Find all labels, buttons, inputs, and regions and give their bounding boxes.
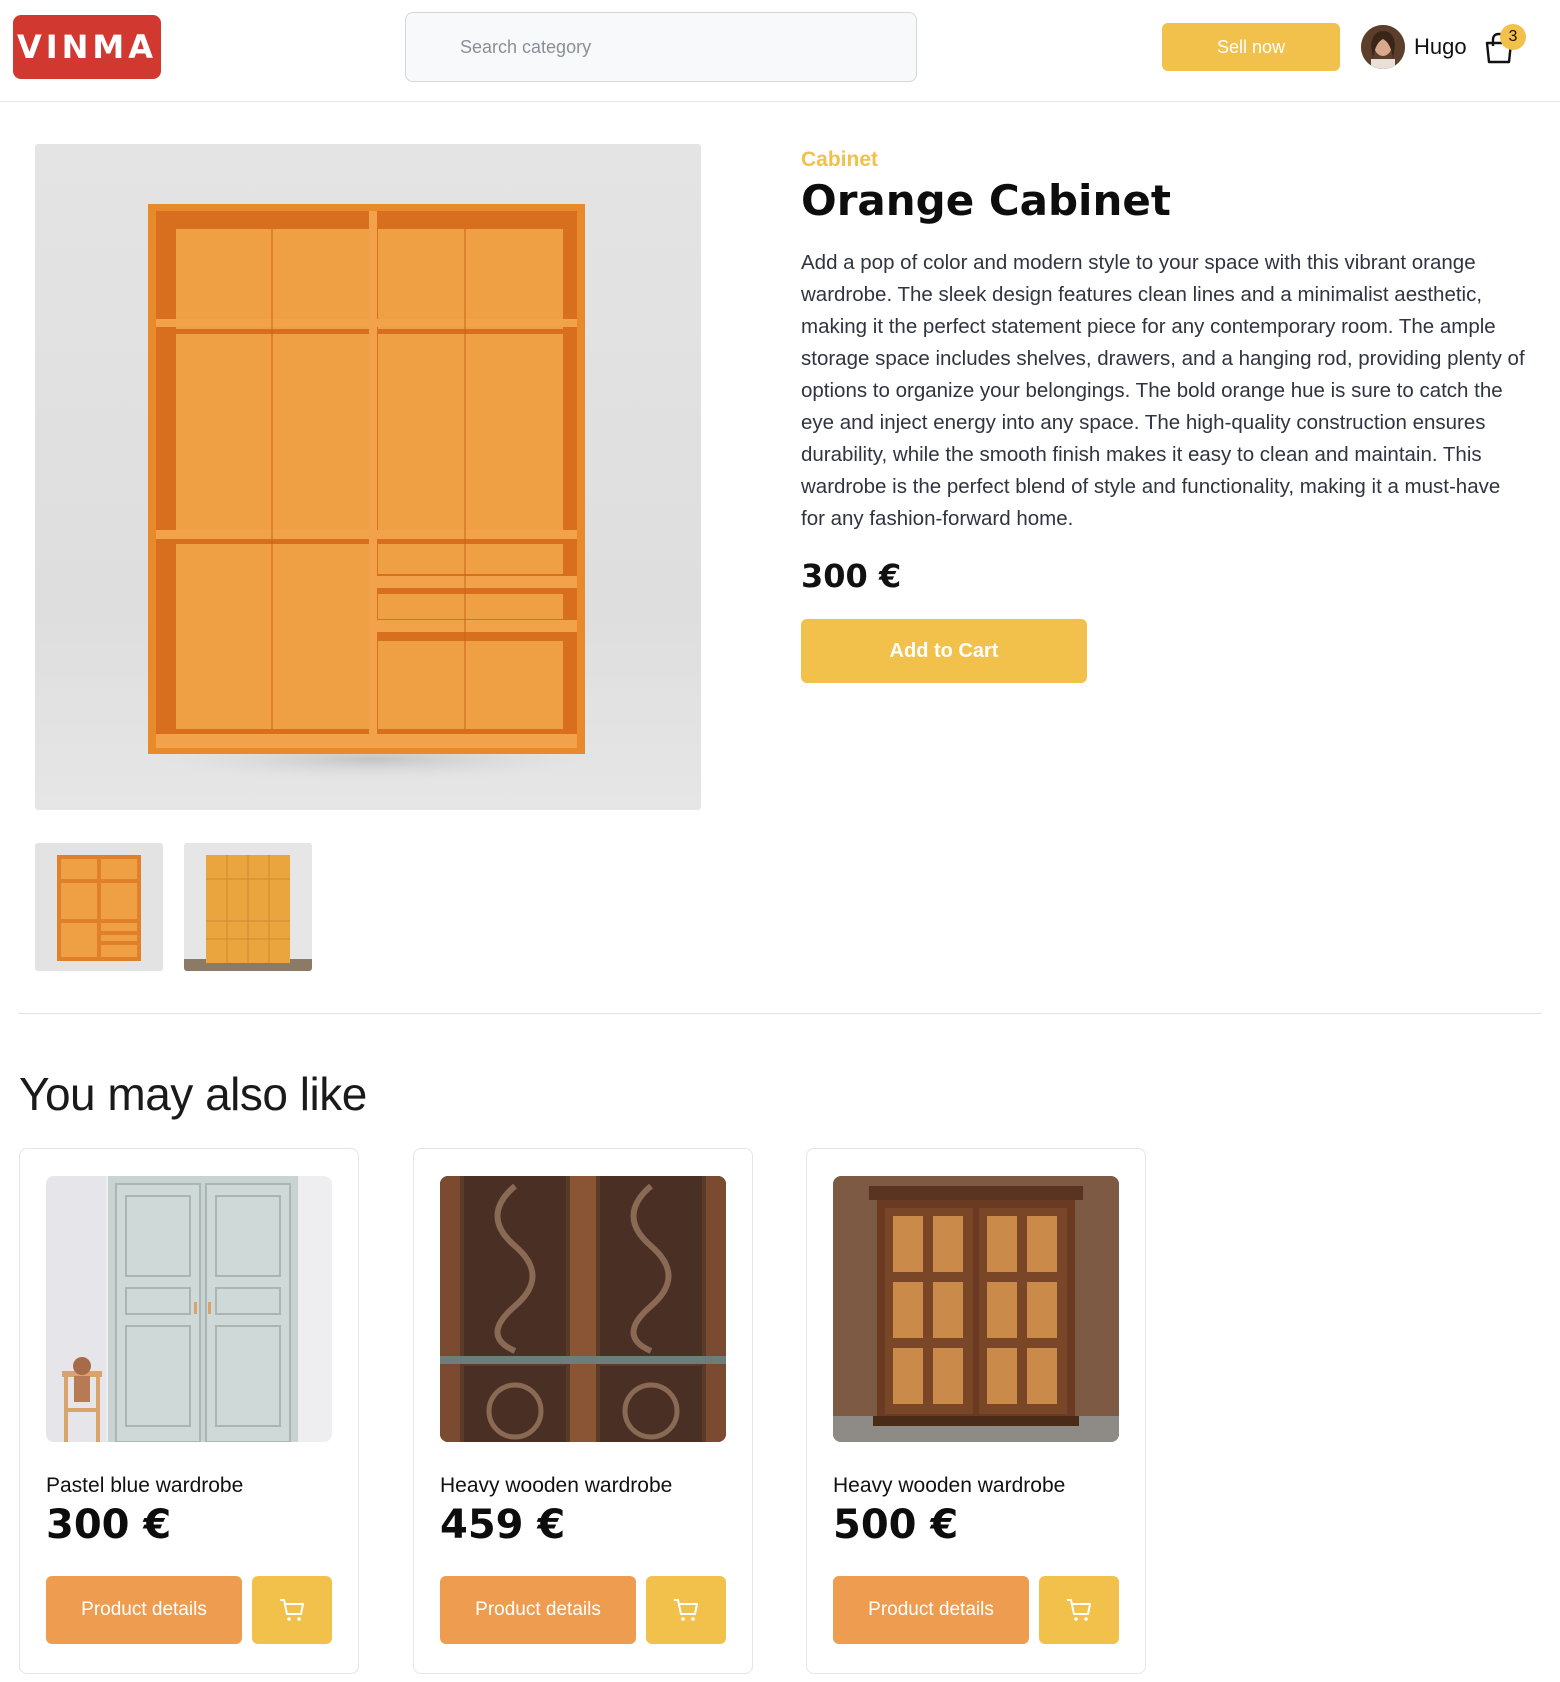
search-bar[interactable] [405,12,917,82]
product-card-name[interactable]: Heavy wooden wardrobe [833,1474,1065,1498]
product-card-price: 300 € [46,1502,172,1548]
shopping-cart-icon [280,1599,304,1621]
product-card-image[interactable] [46,1176,332,1442]
product-details-button[interactable]: Product details [833,1576,1029,1644]
section-divider [18,1013,1542,1014]
carved-wooden-wardrobe-image [440,1176,726,1442]
product-card: Heavy wooden wardrobe 459 € Product deta… [413,1148,753,1674]
site-header: VINMA Sell now Hugo 3 [0,0,1560,102]
sell-now-button[interactable]: Sell now [1162,23,1340,71]
product-details-button[interactable]: Product details [46,1576,242,1644]
product-card-image[interactable] [833,1176,1119,1442]
product-card-price: 459 € [440,1502,566,1548]
add-to-cart-icon-button[interactable] [252,1576,332,1644]
product-card-name[interactable]: Heavy wooden wardrobe [440,1474,672,1498]
add-to-cart-button[interactable]: Add to Cart [801,619,1087,683]
thumbnail-2[interactable] [184,843,312,971]
product-title: Orange Cabinet [801,176,1171,225]
shopping-cart-icon [1067,1599,1091,1621]
antique-wooden-wardrobe-image [833,1176,1119,1442]
orange-cabinet-thumbnail-open [35,843,163,971]
product-description: Add a pop of color and modern style to y… [801,251,1525,530]
add-to-cart-icon-button[interactable] [646,1576,726,1644]
orange-cabinet-image [143,204,603,781]
product-card-name[interactable]: Pastel blue wardrobe [46,1474,243,1498]
product-category[interactable]: Cabinet [801,148,878,172]
product-card: Pastel blue wardrobe 300 € Product detai… [19,1148,359,1674]
main-product-image [35,144,701,810]
cart-count-badge: 3 [1500,24,1526,50]
add-to-cart-icon-button[interactable] [1039,1576,1119,1644]
user-avatar[interactable] [1361,25,1405,69]
product-card-price: 500 € [833,1502,959,1548]
orange-cabinet-thumbnail-closed [184,843,312,971]
avatar-photo [1361,25,1405,69]
pastel-blue-wardrobe-image [46,1176,332,1442]
vinma-logo[interactable]: VINMA [13,15,161,79]
product-details-button[interactable]: Product details [440,1576,636,1644]
username[interactable]: Hugo [1414,34,1467,60]
thumbnail-1[interactable] [35,843,163,971]
product-card-image[interactable] [440,1176,726,1442]
product-card: Heavy wooden wardrobe 500 € Product deta… [806,1148,1146,1674]
recommendations-heading: You may also like [19,1068,367,1120]
shopping-cart-icon [674,1599,698,1621]
search-input[interactable] [460,36,880,58]
product-price: 300 € [801,557,902,595]
